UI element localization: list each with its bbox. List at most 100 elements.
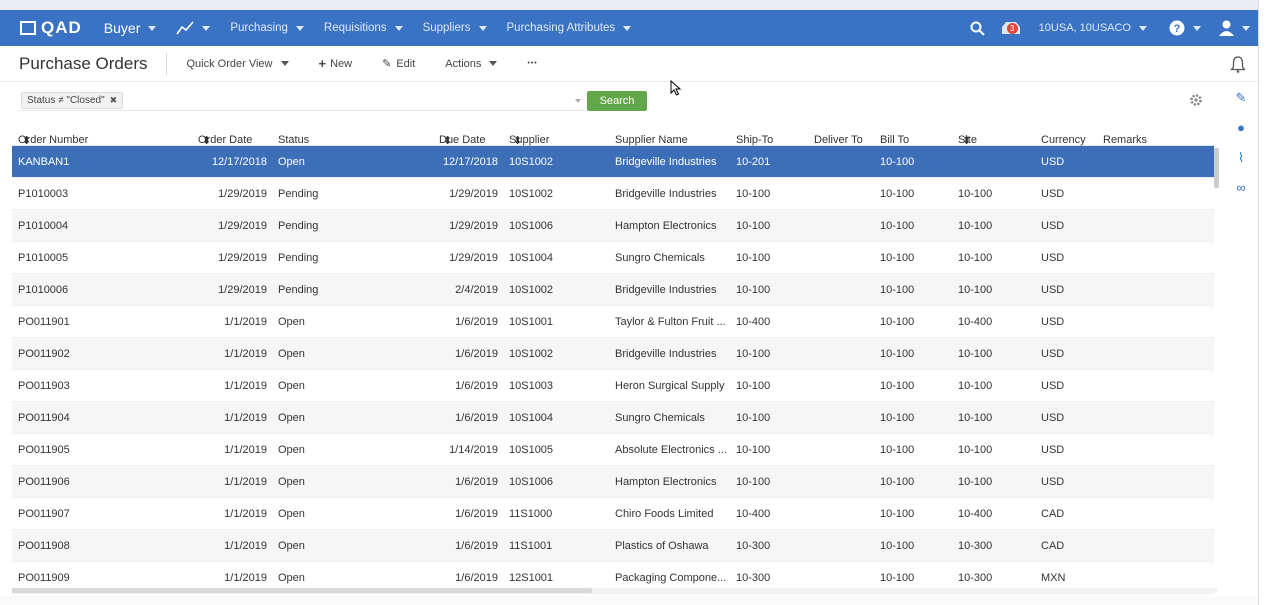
chevron-down-icon (1139, 25, 1147, 31)
cell-due-date: 1/29/2019 (449, 252, 498, 264)
cell-ship-to: 10-100 (736, 348, 771, 360)
cell-supplier-name: Sungro Chemicals (615, 252, 705, 264)
cell-supplier-name: Hampton Electronics (615, 220, 717, 232)
cell-status: Open (278, 412, 305, 424)
svg-text:?: ? (1174, 23, 1181, 35)
table-row[interactable]: PO011908 1/1/2019 Open 1/6/2019 11S1001 Plast… (12, 530, 1214, 562)
chevron-down-icon (295, 25, 304, 31)
analytics-menu[interactable] (176, 21, 211, 35)
nav-item-label: Suppliers (422, 22, 471, 34)
cell-due-date: 1/6/2019 (455, 476, 498, 488)
table-row[interactable]: P1010006 1/29/2019 Pending 2/4/2019 10S1002 B… (12, 274, 1214, 306)
cell-currency: USD (1041, 284, 1065, 296)
cell-status: Open (278, 572, 305, 584)
nav-item-label: Requisitions (323, 22, 387, 34)
cell-supplier-name: Packaging Compone... (615, 572, 727, 584)
column-label: Deliver To (814, 134, 863, 146)
comment-icon[interactable]: ● (1228, 120, 1254, 150)
link-icon[interactable]: ∞ (1228, 180, 1254, 210)
nav-item-requisitions[interactable]: Requisitions (324, 22, 403, 34)
filter-chip-status[interactable]: Status ≠ "Closed" ✖ (21, 92, 124, 109)
table-row[interactable]: PO011905 1/1/2019 Open 1/14/2019 10S1005 Abso… (12, 434, 1214, 466)
cell-site: 10-100 (958, 476, 993, 488)
table-row[interactable]: PO011906 1/1/2019 Open 1/6/2019 10S1006 Hampt… (12, 466, 1214, 498)
cell-order-number: PO011905 (18, 444, 70, 456)
cell-site: 10-100 (958, 188, 993, 200)
table-row[interactable]: PO011902 1/1/2019 Open 1/6/2019 10S1002 Bridg… (12, 338, 1214, 370)
divider (165, 52, 167, 75)
cell-currency: USD (1041, 444, 1065, 456)
cell-order-number: PO011903 (18, 380, 70, 392)
cell-supplier-name: Chiro Foods Limited (615, 508, 714, 520)
cell-currency: USD (1041, 188, 1065, 200)
cell-ship-to: 10-100 (736, 188, 771, 200)
user-menu[interactable] (1219, 20, 1250, 36)
horizontal-scrollbar[interactable] (12, 588, 1217, 593)
cell-currency: USD (1041, 252, 1065, 264)
cell-due-date: 1/6/2019 (455, 316, 498, 328)
column-label: Supplier Name (615, 134, 688, 146)
table-row[interactable]: P1010003 1/29/2019 Pending 1/29/2019 10S1002… (12, 178, 1214, 210)
table-row[interactable]: P1010004 1/29/2019 Pending 1/29/2019 10S1006… (12, 210, 1214, 242)
remove-filter-icon[interactable]: ✖ (110, 95, 118, 106)
view-label: Quick Order View (186, 57, 273, 70)
cell-ship-to: 10-400 (736, 508, 771, 520)
chevron-down-icon (623, 25, 632, 31)
cell-order-date: 1/1/2019 (224, 572, 267, 584)
cell-supplier-name: Absolute Electronics ... (615, 444, 727, 456)
table-row[interactable]: PO011901 1/1/2019 Open 1/6/2019 10S1001 Taylo… (12, 306, 1214, 338)
actions-menu[interactable]: Actions (445, 58, 498, 70)
cell-currency: CAD (1041, 540, 1065, 552)
table-row[interactable]: PO011903 1/1/2019 Open 1/6/2019 10S1003 Heron… (12, 370, 1214, 402)
search-button[interactable]: Search (587, 91, 647, 111)
table-body: KANBAN1 12/17/2018 Open 12/17/2018 10S1002 Br… (12, 146, 1214, 594)
scrollbar-thumb[interactable] (12, 588, 592, 593)
view-selector[interactable]: Quick Order View (187, 58, 289, 70)
more-button[interactable]: ••• (527, 60, 537, 67)
search-icon[interactable] (963, 21, 993, 36)
nav-item-purchasing-attributes[interactable]: Purchasing Attributes (507, 22, 632, 34)
cell-due-date: 1/6/2019 (455, 380, 498, 392)
cell-due-date: 1/6/2019 (455, 540, 498, 552)
table-row[interactable]: PO011904 1/1/2019 Open 1/6/2019 10S1004 Sungr… (12, 402, 1214, 434)
table-row[interactable]: PO011907 1/1/2019 Open 1/6/2019 11S1000 Chiro… (12, 498, 1214, 530)
purchase-orders-table: Order Number ⬍ Order Date ⬍ Status Due Dat… (12, 120, 1214, 594)
cell-order-date: 1/29/2019 (218, 284, 267, 296)
edit-note-icon[interactable]: ✎ (1228, 90, 1254, 120)
help-menu[interactable]: ? (1169, 20, 1201, 36)
column-label: Status (278, 134, 310, 146)
new-button[interactable]: + New (319, 56, 353, 71)
cell-supplier-name: Bridgeville Industries (615, 284, 717, 296)
nav-item-suppliers[interactable]: Suppliers (423, 22, 487, 34)
table-row[interactable]: P1010005 1/29/2019 Pending 1/29/2019 10S1004… (12, 242, 1214, 274)
cell-currency: USD (1041, 380, 1065, 392)
attachment-icon[interactable]: ⌇ (1228, 150, 1254, 180)
cell-order-number: P1010003 (18, 188, 69, 200)
filter-input[interactable]: Status ≠ "Closed" ✖ (19, 91, 585, 111)
cell-order-number: P1010004 (18, 220, 69, 232)
cell-bill-to: 10-100 (880, 284, 915, 296)
vertical-scrollbar[interactable] (1214, 148, 1219, 188)
nav-item-purchasing[interactable]: Purchasing (230, 22, 304, 34)
edit-button[interactable]: ✎ Edit (382, 57, 415, 71)
role-menu[interactable]: Buyer (104, 20, 157, 36)
qad-logo[interactable]: QAD (20, 18, 82, 38)
cell-supplier: 10S1005 (509, 444, 554, 456)
cell-ship-to: 10-100 (736, 220, 771, 232)
inbox-button[interactable]: 3 (993, 21, 1029, 35)
domain-selector[interactable]: 10USA, 10USACO (1039, 22, 1147, 34)
logo-text: QAD (41, 18, 82, 37)
chevron-down-icon[interactable] (575, 99, 581, 103)
cell-status: Open (278, 540, 305, 552)
more-icon: ••• (527, 60, 538, 67)
cell-due-date: 1/6/2019 (455, 572, 498, 584)
bell-icon[interactable] (1230, 56, 1246, 73)
chevron-down-icon (1242, 25, 1250, 31)
cell-ship-to: 10-100 (736, 380, 771, 392)
cell-supplier: 10S1003 (509, 380, 554, 392)
table-row[interactable]: KANBAN1 12/17/2018 Open 12/17/2018 10S1002 Br… (12, 146, 1214, 178)
cell-site: 10-100 (958, 284, 993, 296)
side-panel: ✎ ● ⌇ ∞ (1228, 90, 1254, 210)
gear-icon[interactable] (1189, 93, 1203, 107)
cell-status: Open (278, 316, 305, 328)
